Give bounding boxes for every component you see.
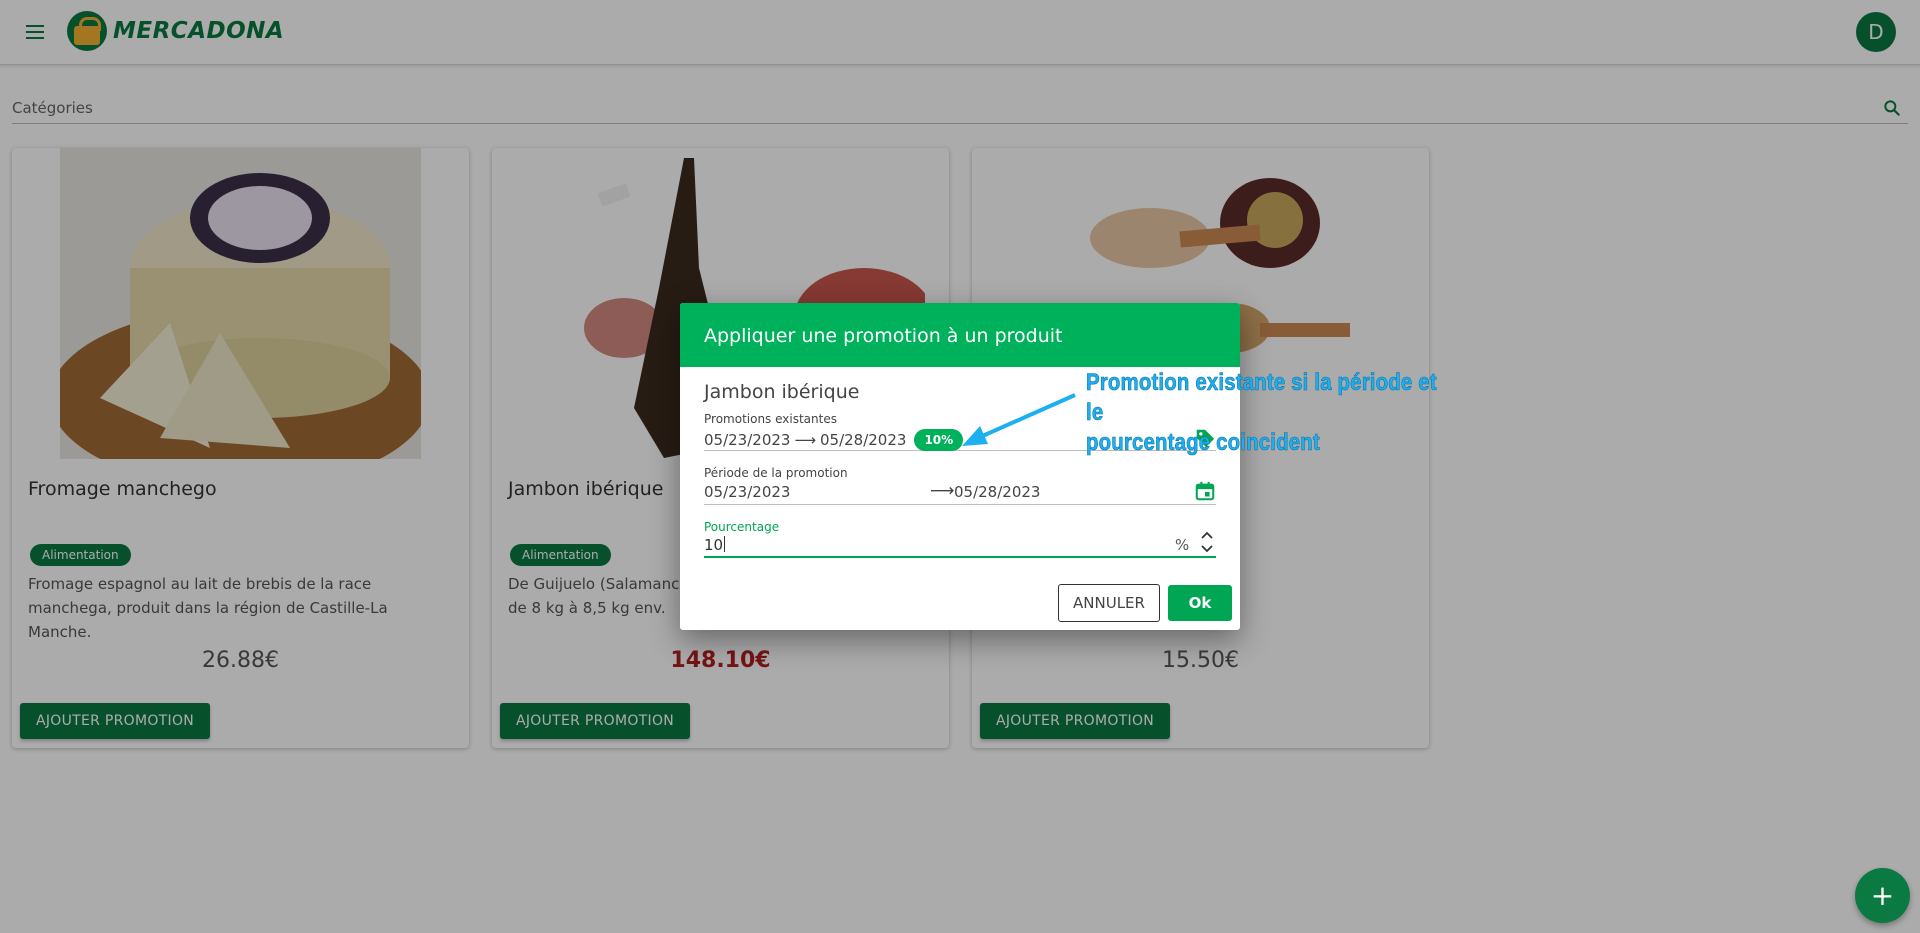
existing-end-date: 05/28/2023	[819, 431, 907, 449]
arrow-right-icon: ⟶	[794, 431, 816, 449]
period-end-input[interactable]: 05/28/2023	[954, 483, 1040, 501]
percentage-field[interactable]: 10 %	[704, 528, 1216, 558]
annotation-line1: Promotion existante si la période et le	[1086, 369, 1437, 427]
calendar-icon[interactable]	[1194, 480, 1216, 502]
existing-promotion-range: 05/23/2023 ⟶ 05/28/2023 10%	[704, 429, 964, 451]
period-start-input[interactable]: 05/23/2023	[704, 483, 790, 501]
arrow-right-icon: ⟶	[930, 481, 955, 501]
period-field[interactable]: 05/23/2023 ⟶ 05/28/2023	[704, 475, 1216, 505]
percentage-input[interactable]: 10	[704, 536, 725, 554]
add-fab-button[interactable]: +	[1855, 868, 1910, 923]
promotion-dialog: Appliquer une promotion à un produit Jam…	[680, 303, 1240, 630]
dialog-title: Appliquer une promotion à un produit	[680, 303, 1240, 367]
existing-promotion-badge[interactable]: 10%	[914, 429, 964, 451]
annotation-line2: pourcentage coincident	[1086, 429, 1320, 457]
annotation-callout: Promotion existante si la période et le …	[1086, 368, 1443, 458]
cancel-button[interactable]: ANNULER	[1058, 584, 1160, 622]
percentage-suffix: %	[1175, 536, 1190, 554]
annotation-arrow-icon	[962, 393, 1076, 446]
number-stepper-icon[interactable]	[1200, 528, 1214, 556]
dialog-product-name: Jambon ibérique	[704, 381, 860, 403]
existing-start-date: 05/23/2023	[704, 431, 791, 449]
ok-button[interactable]: Ok	[1168, 585, 1232, 621]
